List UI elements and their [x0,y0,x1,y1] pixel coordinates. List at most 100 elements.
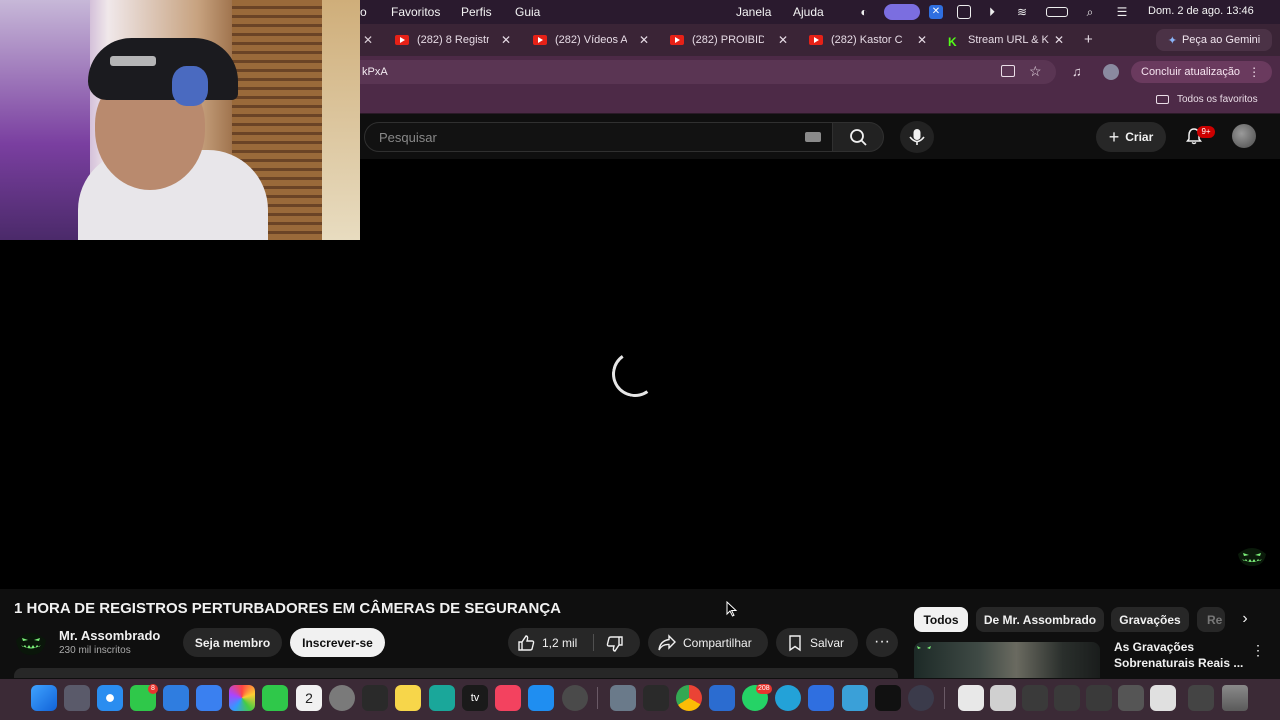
join-membership-button[interactable]: Seja membro [183,628,282,657]
menu-item-history[interactable]: o [360,5,367,19]
window-thumbnail-icon[interactable] [1086,685,1112,711]
tab-close-icon[interactable]: ✕ [917,33,927,47]
system-settings-icon[interactable] [562,685,588,711]
gemini-button[interactable]: ✦ Peça ao Gemini [1156,29,1272,51]
menu-item-ajuda[interactable]: Ajuda [793,5,824,19]
chip-gravacoes[interactable]: Gravações [1111,607,1189,632]
subscribe-button[interactable]: Inscrever-se [290,628,385,657]
window-thumbnail-icon[interactable] [1150,685,1176,711]
tab-close-icon[interactable]: ✕ [501,33,511,47]
control-center-icon[interactable]: ☰ [1114,4,1130,20]
search-button[interactable] [832,122,884,152]
mail-icon[interactable] [163,685,189,711]
menu-item-perfis[interactable]: Perfis [461,5,492,19]
window-thumbnail-icon[interactable] [1022,685,1048,711]
recommended-title-line2[interactable]: Sobrenaturais Reais ... [1114,656,1243,670]
voice-search-button[interactable] [900,121,934,153]
menu-item-guia[interactable]: Guia [515,5,540,19]
more-actions-button[interactable]: ··· [866,628,898,657]
tab-close-icon[interactable]: ✕ [1054,33,1064,47]
window-thumbnail-icon[interactable] [1118,685,1144,711]
capcut-dock-icon[interactable] [808,685,834,711]
all-bookmarks-button[interactable]: Todos os favoritos [1156,94,1258,105]
user-avatar[interactable] [1232,124,1256,148]
media-controls-icon[interactable]: ♫ [1072,64,1082,79]
finder-icon[interactable] [31,685,57,711]
menu-item-favoritos[interactable]: Favoritos [391,5,440,19]
window-thumbnail-icon[interactable] [1054,685,1080,711]
screen-recorder-icon[interactable] [908,685,934,711]
downloads-icon[interactable] [1188,685,1214,711]
screen-share-icon[interactable] [884,4,920,20]
update-button[interactable]: Concluir atualização ⋮ [1131,61,1272,83]
quicktime-icon[interactable] [775,685,801,711]
window-icon[interactable] [957,5,971,19]
whatsapp-badge: 208 [756,684,772,694]
chevron-right-icon[interactable]: › [1236,610,1254,630]
browser-tab[interactable]: (282) Vídeos Ao ✕ [533,28,649,52]
search-input[interactable]: Pesquisar [364,122,840,152]
contacts-icon[interactable] [329,685,355,711]
new-tab-button[interactable]: + [1084,31,1093,48]
tiktok-icon[interactable] [875,685,901,711]
datetime[interactable]: Dom. 2 de ago. 13:46 [1148,5,1254,17]
color-sync-icon[interactable]: ◐ [856,4,872,20]
launchpad-icon[interactable] [64,685,90,711]
recommended-menu-icon[interactable]: ⋮ [1251,642,1265,659]
description-box[interactable] [14,668,898,678]
create-button[interactable]: + Criar [1096,122,1166,152]
preview-icon[interactable] [842,685,868,711]
chip-from-channel[interactable]: De Mr. Assombrado [976,607,1104,632]
tab-close-icon[interactable]: ✕ [363,33,373,47]
reminders-icon[interactable] [362,685,388,711]
keyboard-icon[interactable] [805,132,821,142]
search-icon[interactable]: ⌕ [1082,4,1098,20]
channel-mark-icon [917,646,931,649]
facetime-icon[interactable] [262,685,288,711]
calendar-icon[interactable]: 2 [296,685,322,711]
browser-tab[interactable]: (282) PROIBIDO ✕ [670,28,788,52]
apple-tv-icon[interactable]: tv [462,685,488,711]
capcut-icon[interactable]: ✕ [929,5,943,19]
channel-avatar[interactable] [14,627,48,659]
stocks-icon[interactable] [429,685,455,711]
chrome-icon[interactable] [676,685,702,711]
chip-partial[interactable]: Re [1197,607,1225,632]
menu-item-janela[interactable]: Janela [736,5,771,19]
wave-app-icon[interactable] [709,685,735,711]
safari-icon[interactable] [97,685,123,711]
play-circle-icon[interactable]: ⏵ [984,4,1000,20]
app-store-dev-icon[interactable] [528,685,554,711]
media-app-icon[interactable] [643,685,669,711]
tab-close-icon[interactable]: ✕ [778,33,788,47]
channel-name[interactable]: Mr. Assombrado [59,628,160,643]
photos-icon[interactable] [229,685,255,711]
recommended-thumbnail[interactable] [914,642,1100,678]
folder-icon [1156,95,1169,104]
battery-icon[interactable] [1046,7,1068,17]
like-icon[interactable] [516,633,536,653]
recommended-title[interactable]: As Gravações [1114,640,1194,654]
channel-watermark-icon[interactable] [1236,544,1268,568]
notes-icon[interactable] [395,685,421,711]
bookmark-star-icon[interactable]: ☆ [1029,63,1042,80]
browser-tab[interactable]: (282) Kastor Cu ✕ [809,28,927,52]
url-text[interactable]: kPxA [362,66,388,78]
profile-avatar[interactable] [1103,64,1119,80]
bookmark-icon [789,635,801,652]
document-icon[interactable] [958,685,984,711]
wifi-icon[interactable]: ≋ [1014,4,1030,20]
window-thumbnail-icon[interactable] [990,685,1016,711]
trash-icon[interactable] [1222,685,1248,711]
chip-todos[interactable]: Todos [914,607,968,632]
browser-tab-active[interactable]: K Stream URL & K ✕ [948,28,1064,52]
cast-icon[interactable] [1001,65,1015,77]
music-icon[interactable] [495,685,521,711]
share-label: Compartilhar [683,636,752,650]
tab-close-icon[interactable]: ✕ [639,33,649,47]
app-store-icon[interactable] [196,685,222,711]
browser-tab[interactable]: (282) 8 Registros ✕ [395,28,511,52]
like-count[interactable]: 1,2 mil [542,636,577,650]
utility-icon[interactable] [610,685,636,711]
dislike-icon[interactable] [605,634,625,654]
